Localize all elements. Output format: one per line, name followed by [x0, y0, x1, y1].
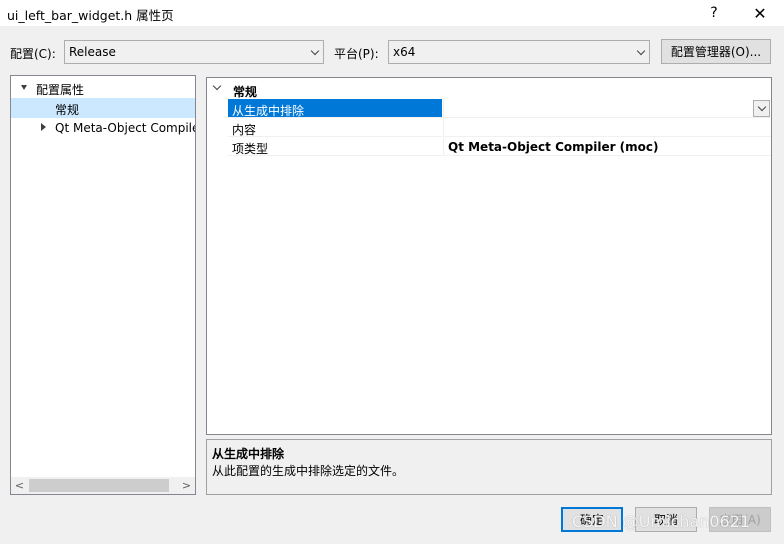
property-value[interactable]: [443, 118, 771, 137]
collapse-arrow-icon: [41, 123, 46, 131]
property-row-item-type[interactable]: 项类型 Qt Meta-Object Compiler (moc): [207, 137, 771, 156]
property-tree: 配置属性 常规 Qt Meta-Object Compiler < >: [10, 75, 196, 495]
property-row-content[interactable]: 内容: [207, 118, 771, 137]
description-panel: 从生成中排除 从此配置的生成中排除选定的文件。: [206, 439, 772, 495]
close-icon: ✕: [753, 3, 767, 23]
tree-item-label: 配置属性: [36, 83, 85, 97]
platform-dropdown[interactable]: x64: [388, 40, 650, 64]
platform-label: 平台(P):: [334, 47, 379, 61]
help-icon: ?: [710, 5, 718, 21]
platform-value: x64: [393, 45, 416, 59]
config-dropdown[interactable]: Release: [64, 40, 324, 64]
property-name[interactable]: 从生成中排除: [228, 99, 442, 118]
expand-arrow-icon: [21, 85, 27, 90]
property-name[interactable]: 项类型: [228, 137, 442, 156]
property-name[interactable]: 内容: [228, 118, 442, 137]
value-dropdown-button[interactable]: [753, 100, 770, 117]
window-title: ui_left_bar_widget.h 属性页: [7, 8, 174, 23]
tree-item-label: 常规: [55, 103, 80, 117]
tree-item-config-properties[interactable]: 配置属性: [11, 78, 195, 98]
scroll-left-icon[interactable]: <: [11, 477, 28, 494]
tree-item-label: Qt Meta-Object Compiler: [55, 121, 195, 135]
property-grid: 常规 从生成中排除 内容 项类型 Qt Meta-Object Compiler…: [206, 77, 772, 435]
help-button[interactable]: ?: [692, 0, 736, 26]
property-value[interactable]: [443, 99, 771, 118]
category-row[interactable]: 常规: [207, 80, 771, 99]
description-title: 从生成中排除: [212, 447, 285, 461]
category-label: 常规: [233, 85, 258, 99]
config-label: 配置(C):: [10, 47, 56, 61]
horizontal-scrollbar[interactable]: < >: [11, 477, 195, 494]
tree-item-qt-moc[interactable]: Qt Meta-Object Compiler: [11, 118, 195, 138]
tree-item-general[interactable]: 常规: [11, 98, 195, 118]
scroll-right-icon[interactable]: >: [178, 477, 195, 494]
config-manager-button[interactable]: 配置管理器(O)...: [661, 39, 771, 64]
property-value[interactable]: Qt Meta-Object Compiler (moc): [443, 137, 771, 156]
chevron-down-icon: [307, 41, 323, 63]
chevron-down-icon: [633, 41, 649, 63]
title-bar: ui_left_bar_widget.h 属性页 ? ✕: [0, 0, 784, 26]
chevron-down-icon: [757, 102, 766, 112]
chevron-down-icon: [212, 81, 222, 91]
scrollbar-thumb[interactable]: [29, 479, 169, 492]
config-value: Release: [69, 45, 116, 59]
description-text: 从此配置的生成中排除选定的文件。: [212, 464, 405, 478]
close-button[interactable]: ✕: [738, 0, 782, 26]
watermark: CSDN @Umichan0621: [572, 512, 751, 531]
property-row-exclude[interactable]: 从生成中排除: [207, 99, 771, 118]
config-manager-label: 配置管理器(O)...: [670, 45, 762, 59]
